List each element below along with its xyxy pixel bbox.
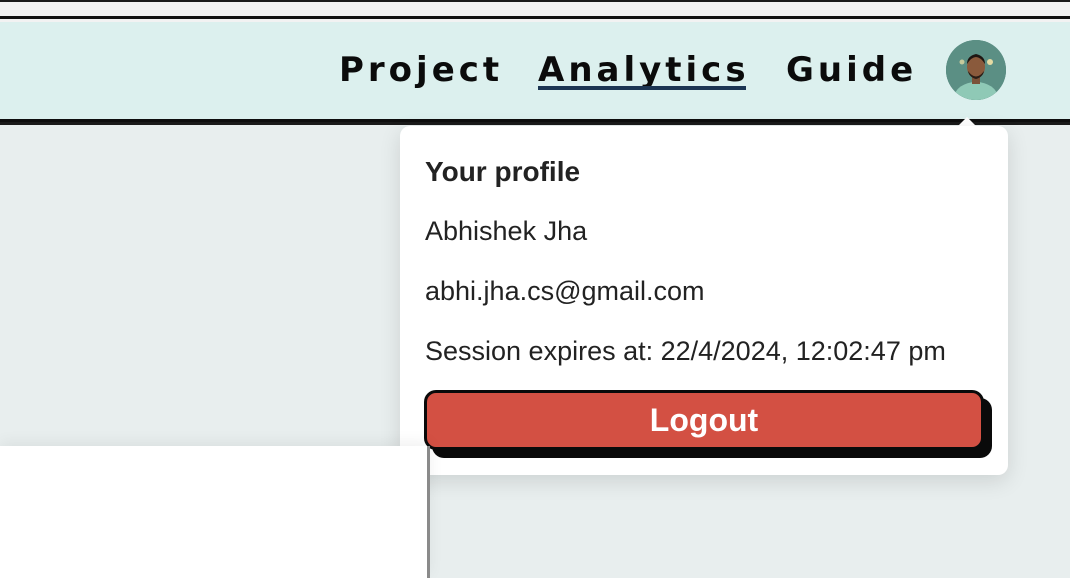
content-card xyxy=(0,446,430,578)
profile-dropdown: Your profile Abhishek Jha abhi.jha.cs@gm… xyxy=(400,126,1008,475)
nav-link-project[interactable]: Project xyxy=(339,48,503,92)
active-tab-underline xyxy=(538,86,746,90)
logout-button[interactable]: Logout xyxy=(424,390,984,450)
logout-button-wrapper: Logout xyxy=(424,390,992,458)
user-avatar[interactable] xyxy=(946,40,1006,100)
top-strip xyxy=(0,0,1070,22)
user-avatar-icon xyxy=(946,40,1006,100)
session-expiry: Session expires at: 22/4/2024, 12:02:47 … xyxy=(425,336,946,366)
profile-title: Your profile xyxy=(425,156,581,187)
profile-email: abhi.jha.cs@gmail.com xyxy=(425,276,705,306)
nav-link-guide[interactable]: Guide xyxy=(786,48,917,92)
navbar: Project Analytics Guide xyxy=(0,22,1070,122)
profile-name: Abhishek Jha xyxy=(425,216,588,246)
